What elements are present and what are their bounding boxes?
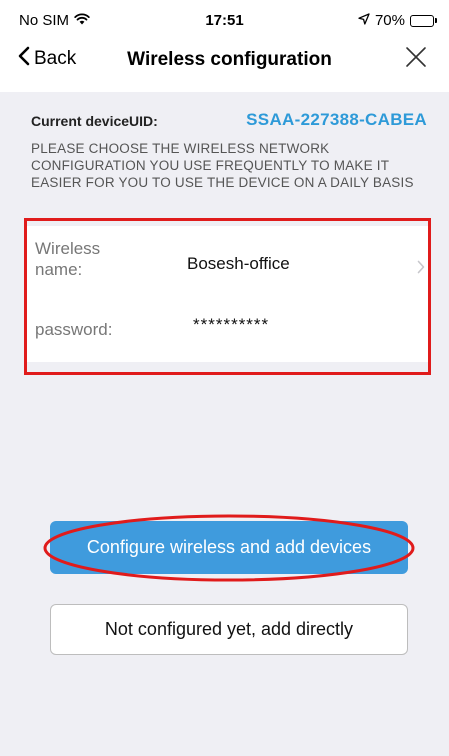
password-field[interactable]: ********** bbox=[193, 315, 269, 335]
uid-label: Current deviceUID: bbox=[31, 113, 158, 129]
uid-value: SSAA-227388-CABEA bbox=[246, 110, 427, 129]
status-bar: No SIM 17:51 70% bbox=[0, 0, 449, 38]
wifi-name-label: Wireless name: bbox=[35, 239, 101, 279]
configure-wireless-button[interactable]: Configure wireless and add devices bbox=[50, 521, 408, 574]
location-arrow-icon bbox=[358, 12, 370, 29]
add-directly-button[interactable]: Not configured yet, add directly bbox=[50, 604, 408, 655]
header-area: No SIM 17:51 70% Back Wireless configura… bbox=[0, 0, 449, 92]
password-row: password: ********** bbox=[25, 314, 431, 344]
chevron-right-icon bbox=[417, 260, 425, 279]
battery-icon bbox=[410, 14, 437, 27]
wifi-form: Wireless name: Bosesh-office password: *… bbox=[25, 226, 431, 362]
device-uid-row: Current deviceUID: SSAA-227388-CABEA bbox=[31, 107, 431, 133]
page-title: Wireless configuration bbox=[127, 49, 332, 70]
battery-percent: 70% bbox=[374, 12, 405, 29]
password-label: password: bbox=[35, 320, 113, 339]
close-button[interactable] bbox=[405, 46, 427, 73]
close-icon bbox=[405, 47, 427, 72]
wifi-name-row[interactable]: Wireless name: Bosesh-office bbox=[25, 238, 431, 294]
instructions-text: PLEASE CHOOSE THE WIRELESS NETWORK CONFI… bbox=[31, 141, 414, 190]
status-right: 70% bbox=[358, 12, 437, 29]
nav-bar: Back Wireless configuration bbox=[0, 38, 449, 84]
wifi-name-value: Bosesh-office bbox=[187, 254, 290, 273]
